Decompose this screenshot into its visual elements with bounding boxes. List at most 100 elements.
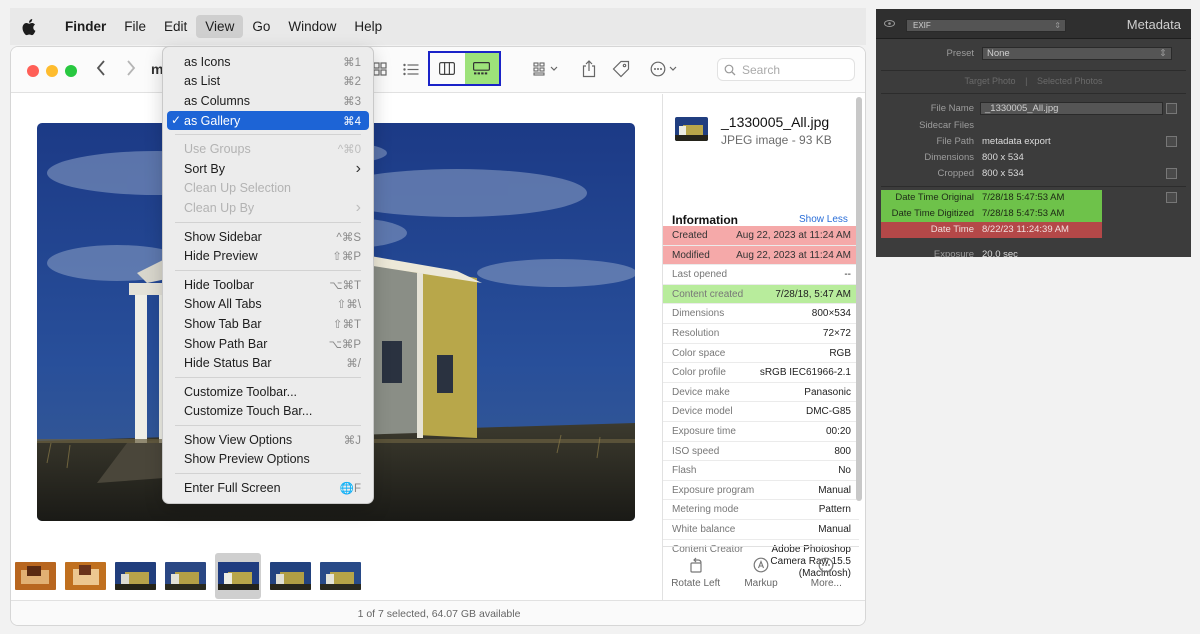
menu-item-label: Customize Toolbar...: [184, 384, 298, 399]
gallery-view-button[interactable]: [464, 53, 499, 84]
menu-item-enter-full-screen[interactable]: Enter Full Screen 🌐F: [167, 478, 369, 498]
divider: [881, 186, 1186, 187]
file-header: _1330005_All.jpg JPEG image - 93 KB: [675, 114, 832, 147]
thumbnail[interactable]: [165, 562, 206, 590]
date-time-original-value: 7/28/18 5:47:53 AM: [982, 192, 1065, 203]
preset-select[interactable]: None ⇕: [982, 47, 1172, 60]
preset-row: Preset None ⇕: [876, 47, 1191, 64]
thumbnail[interactable]: [270, 562, 311, 590]
thumbnail[interactable]: [15, 562, 56, 590]
tab-selected-photos[interactable]: Selected Photos: [1037, 76, 1103, 86]
info-key: Dimensions: [672, 308, 725, 320]
menu-item-hide-toolbar[interactable]: Hide Toolbar ⌥⌘T: [167, 275, 369, 295]
menu-separator: [175, 269, 361, 271]
finder-window: m Search _1330005_All.jpg JPEG image - 9…: [10, 46, 866, 626]
cropped-row: Cropped 800 x 534: [876, 168, 1191, 184]
menu-item-hide-status-bar[interactable]: Hide Status Bar ⌘/: [167, 353, 369, 373]
menu-window[interactable]: Window: [279, 15, 345, 38]
exposure-value: 20.0 sec: [982, 249, 1018, 257]
info-row-exposure-time: Exposure time 00:20: [663, 422, 859, 442]
columns-icon: [439, 62, 456, 75]
info-key: Exposure program: [672, 484, 755, 496]
apple-icon[interactable]: [22, 18, 38, 36]
info-row-dimensions: Dimensions 800×534: [663, 304, 859, 324]
menu-item-as-list[interactable]: as List ⌘2: [167, 72, 369, 92]
checkmark-icon: ✓: [171, 112, 182, 127]
preset-value: None: [987, 48, 1010, 59]
rotate-left-button[interactable]: Rotate Left: [663, 547, 728, 600]
menu-go[interactable]: Go: [243, 15, 279, 38]
info-value: Pattern: [818, 504, 851, 516]
quick-actions: Rotate Left Markup More...: [663, 546, 859, 600]
group-button[interactable]: [531, 59, 561, 79]
menu-item-show-path-bar[interactable]: Show Path Bar ⌥⌘P: [167, 334, 369, 354]
info-key: Exposure time: [672, 425, 736, 437]
column-view-button[interactable]: [430, 53, 465, 84]
lightroom-metadata-panel: EXIF ⇕ Metadata Preset None ⇕ Target Photo…: [876, 9, 1191, 257]
menu-item-show-all-tabs[interactable]: Show All Tabs ⇧⌘\: [167, 295, 369, 315]
menu-item-customize-toolbar[interactable]: Customize Toolbar...: [167, 382, 369, 402]
menu-item-clean-up-by: Clean Up By ›: [167, 198, 369, 218]
search-icon: [724, 64, 736, 75]
metadata-set-select[interactable]: EXIF ⇕: [906, 19, 1066, 32]
menu-file[interactable]: File: [115, 15, 155, 38]
close-button[interactable]: [27, 65, 39, 77]
thumb-image: [165, 562, 206, 590]
date-time-digitized-label: Date Time Digitized: [891, 208, 974, 219]
chevron-left-icon: [96, 60, 105, 76]
show-in-finder-button[interactable]: [1166, 136, 1177, 147]
info-row-metering-mode: Metering mode Pattern: [663, 500, 859, 520]
tags-button[interactable]: [610, 59, 632, 79]
edit-capture-time-button[interactable]: [1166, 192, 1177, 203]
thumbnail[interactable]: [320, 562, 361, 590]
menu-item-sort-by[interactable]: Sort By ›: [167, 159, 369, 179]
menu-help[interactable]: Help: [345, 15, 391, 38]
metadata-title: Metadata: [1126, 17, 1181, 32]
more-label: More...: [810, 578, 842, 589]
tab-target-photo[interactable]: Target Photo: [965, 76, 1016, 86]
menu-item-as-gallery[interactable]: ✓ as Gallery ⌘4: [167, 110, 369, 131]
menu-edit[interactable]: Edit: [155, 15, 196, 38]
menu-item-show-view-options[interactable]: Show View Options ⌘J: [167, 430, 369, 450]
menu-item-hide-preview[interactable]: Hide Preview ⇧⌘P: [167, 246, 369, 266]
forward-button[interactable]: [121, 58, 141, 78]
file-name-field[interactable]: _1330005_All.jpg: [980, 102, 1163, 115]
show-less-link[interactable]: Show Less: [799, 214, 848, 225]
thumbnail[interactable]: [115, 562, 156, 590]
back-button[interactable]: [91, 58, 111, 78]
list-view-button[interactable]: [400, 59, 422, 79]
preview-pane: _1330005_All.jpg JPEG image - 93 KB Info…: [662, 94, 865, 600]
crop-button[interactable]: [1166, 168, 1177, 179]
rename-button[interactable]: [1166, 103, 1177, 114]
menu-item-show-sidebar[interactable]: Show Sidebar ^⌘S: [167, 227, 369, 247]
search-field[interactable]: Search: [717, 58, 855, 81]
file-path-row: File Path metadata export: [876, 136, 1191, 152]
shortcut: ⌘4: [343, 115, 361, 128]
menu-item-customize-touch-bar[interactable]: Customize Touch Bar...: [167, 402, 369, 422]
menu-item-as-icons[interactable]: as Icons ⌘1: [167, 52, 369, 72]
zoom-button[interactable]: [65, 65, 77, 77]
info-value: Manual: [818, 484, 851, 496]
eye-icon[interactable]: [884, 20, 895, 27]
more-button[interactable]: More...: [794, 547, 859, 600]
minimize-button[interactable]: [46, 65, 58, 77]
rotate-left-icon: [690, 557, 702, 573]
menu-item-label: Show Sidebar: [184, 229, 262, 244]
shortcut: ^⌘S: [336, 231, 361, 244]
action-button[interactable]: [649, 59, 681, 79]
info-key: White balance: [672, 523, 736, 535]
menu-finder[interactable]: Finder: [56, 15, 115, 38]
info-row-content-created: Content created 7/28/18, 5:47 AM: [663, 284, 859, 305]
info-value: 800: [834, 445, 851, 457]
markup-button[interactable]: Markup: [728, 547, 793, 600]
inspector-scrollbar[interactable]: [856, 93, 862, 503]
thumbnail-selected[interactable]: [215, 553, 261, 599]
menu-item-show-preview-options[interactable]: Show Preview Options: [167, 450, 369, 470]
menu-item-label: Use Groups: [184, 142, 251, 157]
menu-item-show-tab-bar[interactable]: Show Tab Bar ⇧⌘T: [167, 314, 369, 334]
thumbnail[interactable]: [65, 562, 106, 590]
share-button[interactable]: [578, 59, 600, 79]
menu-view[interactable]: View: [196, 15, 244, 38]
menu-item-as-columns[interactable]: as Columns ⌘3: [167, 91, 369, 111]
scrollbar-knob[interactable]: [856, 97, 862, 501]
